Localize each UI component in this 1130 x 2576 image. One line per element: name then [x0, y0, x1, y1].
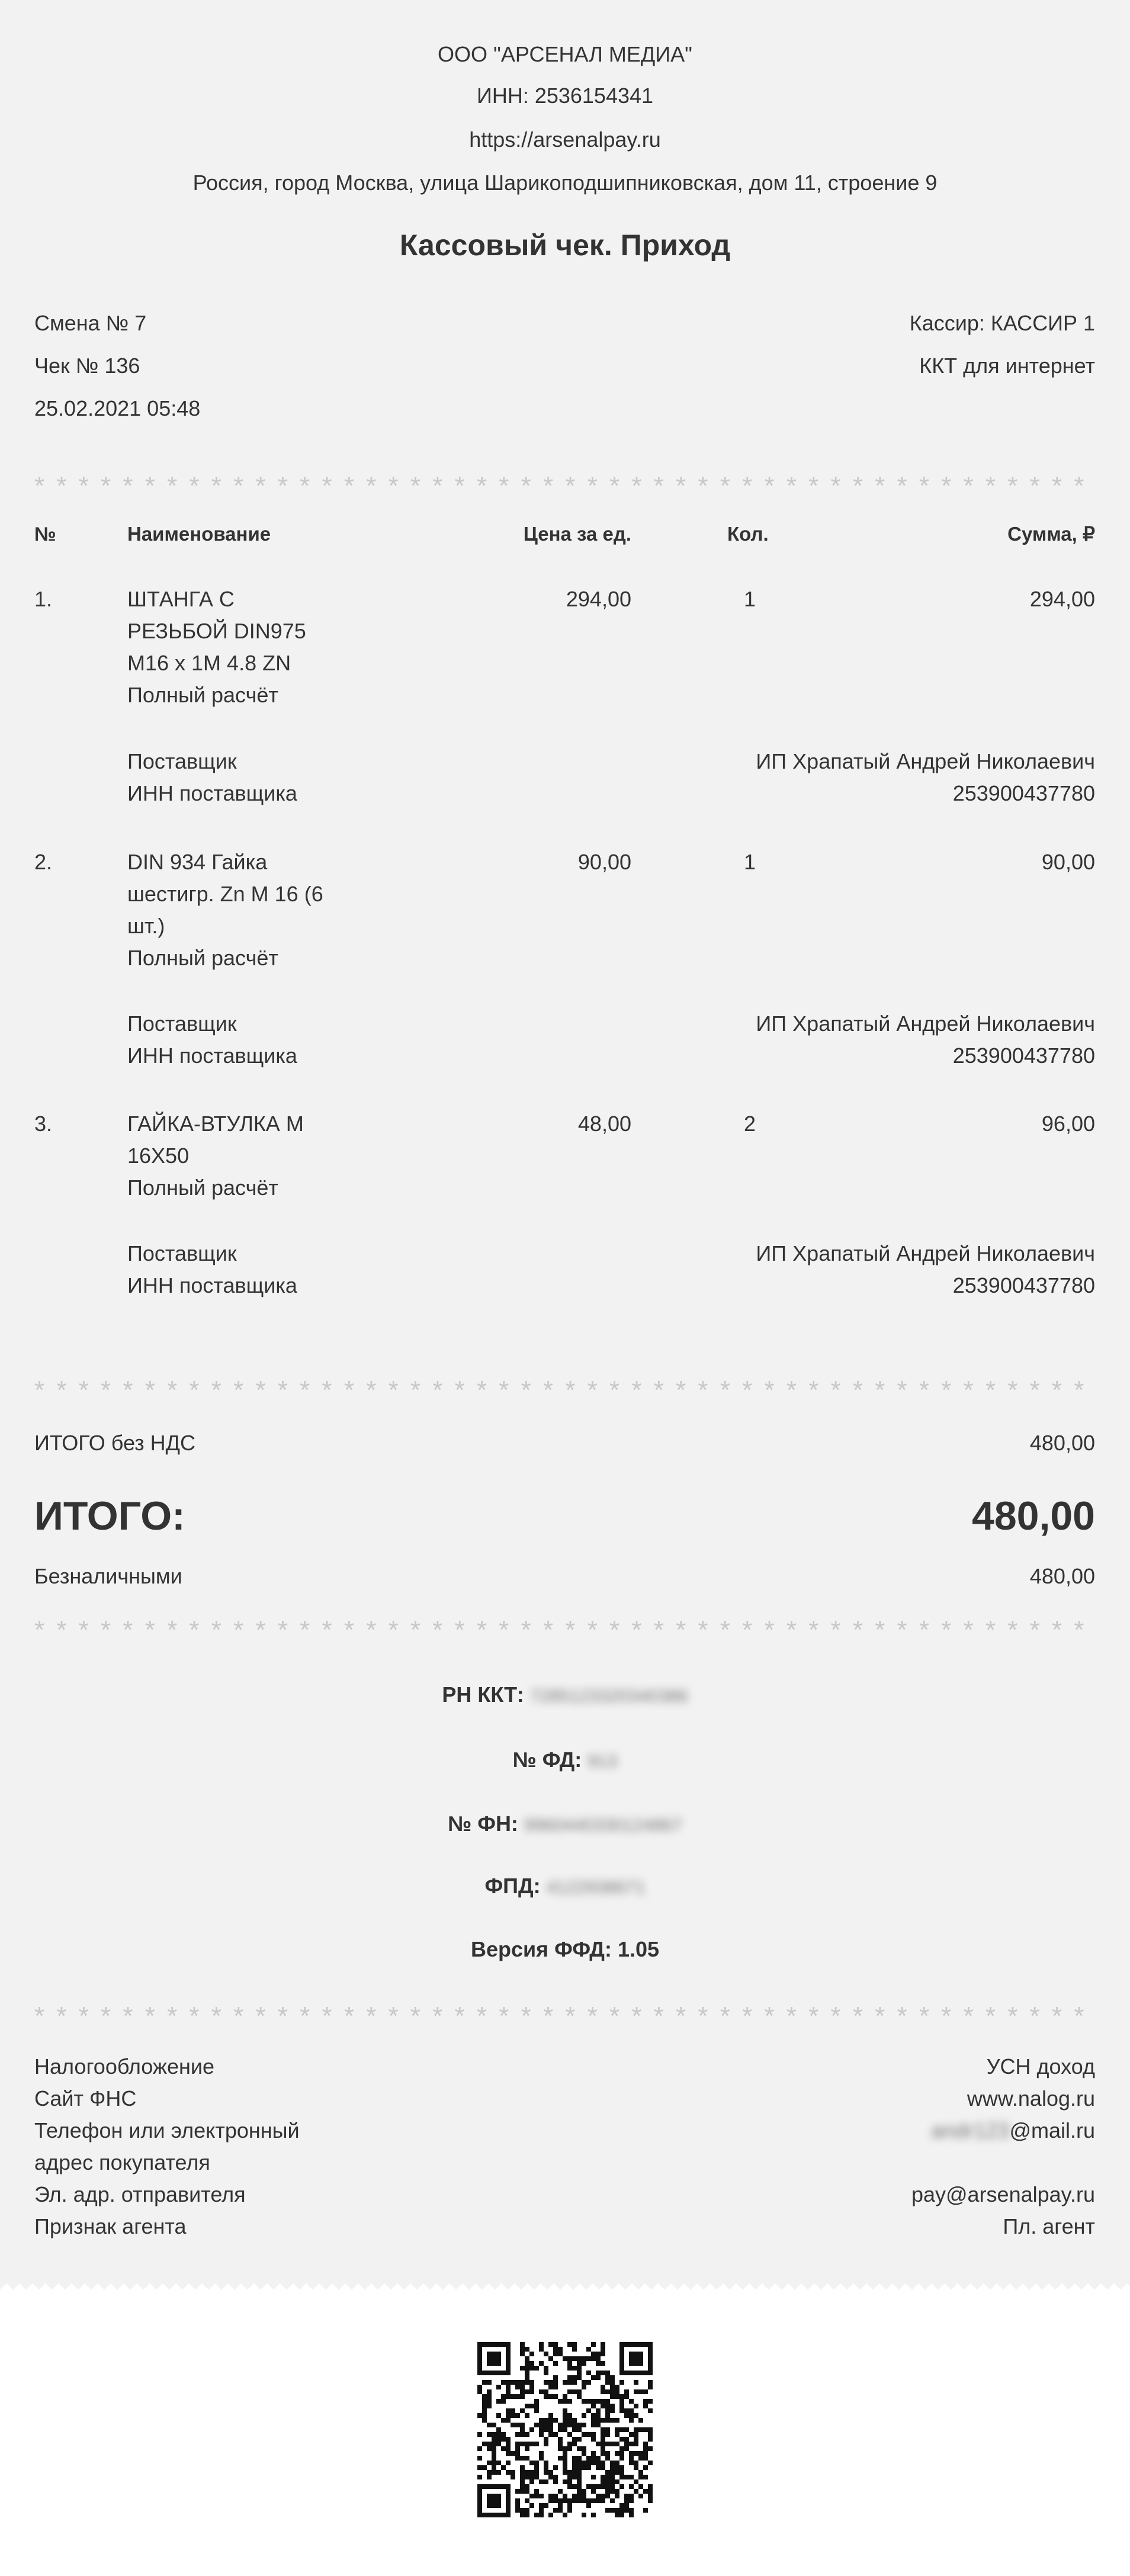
qr-code [477, 2342, 653, 2517]
separator-stars: * * * * * * * * * * * * * * * * * * * * … [34, 1617, 1094, 1644]
item-qty: 2 [744, 1112, 756, 1136]
separator-stars: * * * * * * * * * * * * * * * * * * * * … [34, 473, 1094, 500]
item-name-line: ГАЙКА-ВТУЛКА M [127, 1112, 304, 1136]
company-name: ООО "АРСЕНАЛ МЕДИА" [438, 42, 692, 66]
agent-sign-value: Пл. агент [1003, 2214, 1095, 2238]
grand-total-value: 480,00 [972, 1493, 1095, 1538]
sender-email-label: Эл. адр. отправителя [34, 2182, 246, 2206]
sender-email-value: pay@arsenalpay.ru [911, 2182, 1095, 2206]
ffd-version: Версия ФФД: 1.05 [470, 1937, 660, 1961]
supplier-inn: 253900437780 [952, 1273, 1095, 1297]
total-no-vat-value: 480,00 [1029, 1431, 1095, 1455]
cashier: Кассир: КАССИР 1 [909, 311, 1095, 335]
tax-system-label: Налогообложение [34, 2054, 214, 2079]
fd-number-label: № ФД: [512, 1748, 582, 1772]
item-qty: 1 [744, 587, 756, 611]
fd-number: № ФД: 913 [0, 1747, 1130, 1775]
item-name-line: шт.) [127, 914, 165, 938]
buyer-contact-domain: @mail.ru [1009, 2118, 1095, 2143]
supplier-inn-label: ИНН поставщика [127, 1273, 297, 1297]
receipt-paper [0, 0, 1130, 2277]
receipt-title: Кассовый чек. Приход [399, 229, 731, 262]
fns-site-label: Сайт ФНС [34, 2086, 137, 2111]
supplier-label: Поставщик [127, 749, 237, 773]
item-number: 2. [34, 850, 53, 874]
fpd-label: ФПД: [484, 1874, 541, 1898]
supplier-inn: 253900437780 [952, 781, 1095, 805]
col-header-price: Цена за ед. [523, 523, 631, 545]
supplier-inn-label: ИНН поставщика [127, 781, 297, 805]
supplier-label: Поставщик [127, 1011, 237, 1036]
item-number: 3. [34, 1112, 53, 1136]
buyer-contact-label-cont: адрес покупателя [34, 2150, 210, 2174]
kkt-type: ККТ для интернет [919, 354, 1095, 378]
fns-site-value: www.nalog.ru [967, 2086, 1095, 2111]
receipt-number: Чек № 136 [34, 354, 140, 378]
item-name-line: M16 x 1M 4.8 ZN [127, 651, 291, 675]
item-name-line: ШТАНГА С [127, 587, 235, 611]
item-payment-type: Полный расчёт [127, 1175, 278, 1200]
tax-system-value: УСН доход [986, 2054, 1095, 2079]
col-header-qty: Кол. [727, 523, 769, 545]
item-sum: 294,00 [1029, 587, 1095, 611]
shift-number: Смена № 7 [34, 311, 147, 335]
supplier-name: ИП Храпатый Андрей Николаевич [756, 1241, 1095, 1265]
col-header-num: № [34, 523, 56, 545]
fn-number-label: № ФН: [448, 1811, 518, 1836]
item-payment-type: Полный расчёт [127, 683, 278, 707]
item-price: 90,00 [577, 850, 631, 874]
supplier-inn-label: ИНН поставщика [127, 1043, 297, 1068]
buyer-contact-value-blurred: andr123 [931, 2118, 1010, 2143]
receipt-datetime: 25.02.2021 05:48 [34, 396, 201, 420]
supplier-name: ИП Храпатый Андрей Николаевич [756, 749, 1095, 773]
rn-kkt-value: 7285123320340386 [529, 1687, 688, 1706]
item-name-line: 16X50 [127, 1144, 190, 1168]
cashless-value: 480,00 [1029, 1564, 1095, 1588]
grand-total-label: ИТОГО: [34, 1493, 185, 1538]
company-site: https://arsenalpay.ru [469, 127, 661, 152]
separator-stars: * * * * * * * * * * * * * * * * * * * * … [34, 2003, 1094, 2030]
item-name-line: DIN 934 Гайка [127, 850, 268, 874]
supplier-name: ИП Храпатый Андрей Николаевич [756, 1011, 1095, 1036]
buyer-contact-label: Телефон или электронный [34, 2118, 300, 2143]
col-header-sum: Сумма, ₽ [1007, 523, 1095, 545]
item-name-line: шестигр. Zn M 16 (6 [127, 882, 323, 906]
item-name-line: РЕЗЬБОЙ DIN975 [127, 619, 306, 643]
fn-number-value: 9960440330124867 [524, 1816, 682, 1835]
item-sum: 96,00 [1041, 1112, 1095, 1136]
total-no-vat-label: ИТОГО без НДС [34, 1431, 196, 1455]
item-payment-type: Полный расчёт [127, 946, 278, 970]
item-sum: 90,00 [1041, 850, 1095, 874]
item-qty: 1 [744, 850, 756, 874]
item-price: 48,00 [577, 1112, 631, 1136]
separator-stars: * * * * * * * * * * * * * * * * * * * * … [34, 1377, 1094, 1404]
company-address: Россия, город Москва, улица Шарикоподшип… [192, 171, 938, 195]
fn-number: № ФН: 9960440330124867 [0, 1811, 1130, 1839]
item-number: 1. [34, 587, 53, 611]
supplier-label: Поставщик [127, 1241, 237, 1265]
receipt-torn-edge [0, 2277, 1130, 2290]
qr-code-image [477, 2342, 653, 2517]
col-header-name: Наименование [127, 523, 271, 545]
fd-number-value: 913 [588, 1752, 618, 1771]
agent-sign-label: Признак агента [34, 2214, 187, 2238]
company-inn: ИНН: 2536154341 [476, 83, 654, 108]
fpd-value: 4122938671 [546, 1878, 646, 1897]
fpd: ФПД: 4122938671 [0, 1873, 1130, 1901]
item-price: 294,00 [566, 587, 631, 611]
rn-kkt-label: РН ККТ: [442, 1682, 524, 1707]
rn-kkt: РН ККТ: 7285123320340386 [0, 1682, 1130, 1710]
cashless-label: Безналичными [34, 1564, 182, 1588]
buyer-contact-value: andr123@mail.ru [931, 2118, 1095, 2144]
supplier-inn: 253900437780 [952, 1043, 1095, 1068]
